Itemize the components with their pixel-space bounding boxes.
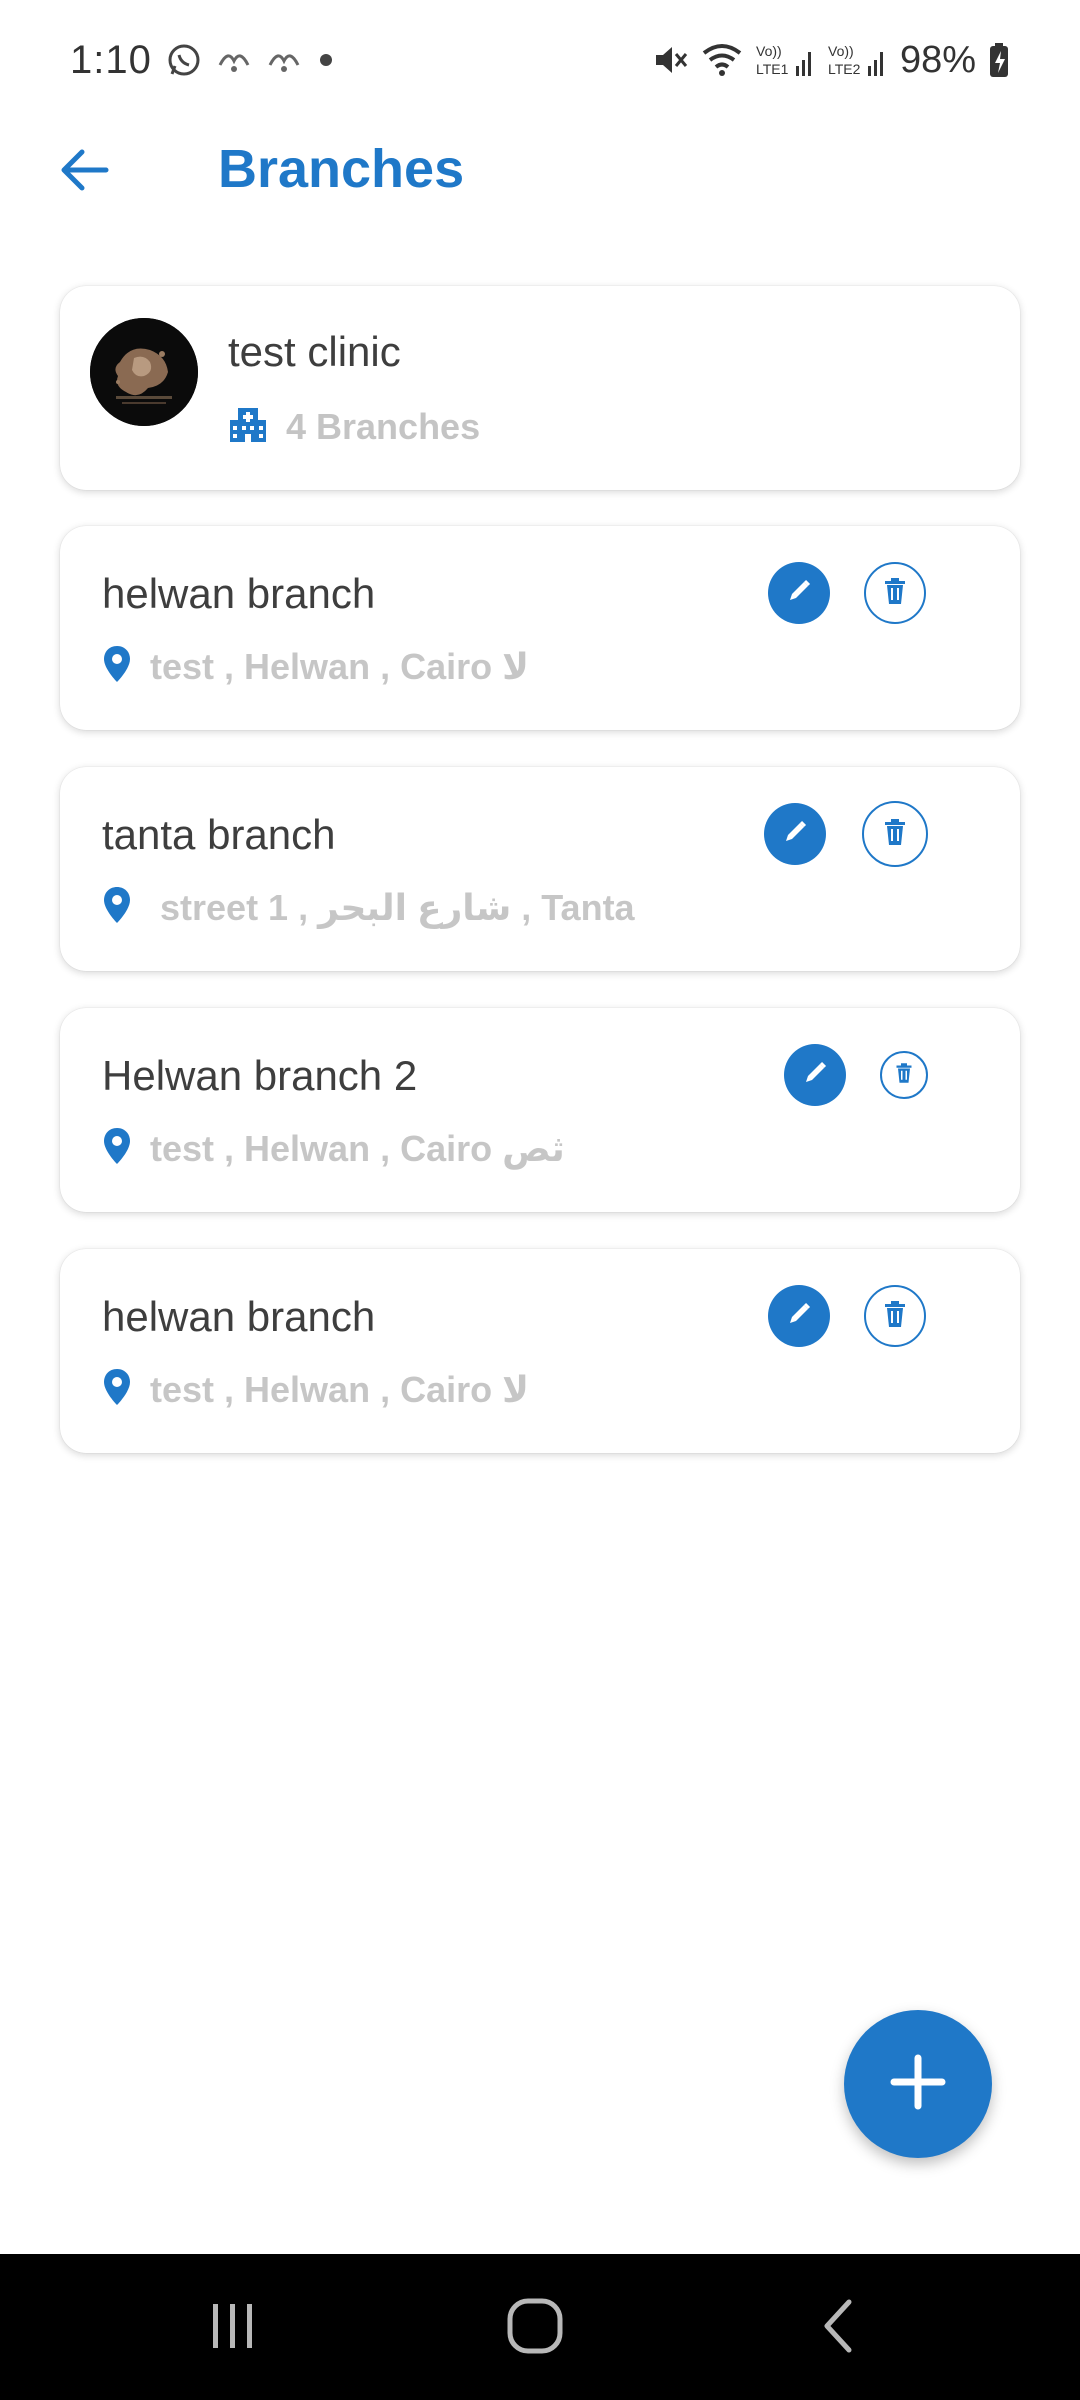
notification-icon [266, 45, 302, 75]
recent-apps-icon [205, 2298, 261, 2359]
svg-text:LTE2: LTE2 [828, 61, 861, 77]
branch-card[interactable]: Helwan branch 2 test , Helwan , Cairo ثص [60, 1008, 1020, 1212]
lte2-signal-icon: Vo)) LTE2 [828, 40, 888, 80]
branch-address-text: test , Helwan , Cairo ثص [150, 1127, 565, 1169]
delete-branch-button[interactable] [862, 801, 928, 867]
pencil-icon [786, 1301, 812, 1332]
delete-branch-button[interactable] [864, 1285, 926, 1347]
more-notifications-dot-icon [316, 50, 336, 70]
arrow-left-icon [56, 146, 112, 199]
svg-text:Vo)): Vo)) [828, 43, 854, 59]
hospital-building-icon [228, 404, 268, 449]
recent-apps-button[interactable] [188, 2290, 278, 2366]
edit-branch-button[interactable] [784, 1044, 846, 1106]
pencil-icon [786, 578, 812, 609]
clinic-avatar [90, 318, 198, 426]
home-button[interactable] [490, 2290, 580, 2366]
delete-branch-button[interactable] [864, 562, 926, 624]
branch-address-text: test , Helwan , Cairo لا [150, 1368, 529, 1410]
mute-icon [650, 41, 688, 79]
branch-address: test , Helwan , Cairo لا [102, 644, 529, 689]
clinic-name: test clinic [228, 328, 401, 375]
branch-name: helwan branch [102, 570, 376, 617]
location-pin-icon [102, 644, 132, 689]
branch-address: test , Helwan , Cairo ثص [102, 1126, 565, 1171]
pencil-icon [782, 819, 808, 850]
branch-card[interactable]: helwan branch test , Helwan , Cairo لا [60, 1249, 1020, 1453]
app-header: Branches [0, 120, 1080, 220]
edit-branch-button[interactable] [768, 562, 830, 624]
trash-icon [883, 577, 907, 610]
svg-text:Vo)): Vo)) [756, 43, 782, 59]
branch-address-text: street 1 , شارع البحر , Tanta [160, 886, 635, 928]
branch-count-label: 4 Branches [286, 405, 481, 447]
edit-branch-button[interactable] [768, 1285, 830, 1347]
battery-charging-icon [988, 41, 1010, 79]
back-button[interactable] [48, 136, 120, 208]
status-bar: 1:10 Vo)) LTE1 Vo)) LTE2 98% [0, 0, 1080, 120]
wifi-icon [700, 41, 744, 79]
home-icon [505, 2296, 565, 2361]
whatsapp-icon [166, 42, 202, 78]
location-pin-icon [102, 1367, 132, 1412]
location-pin-icon [102, 1126, 132, 1171]
system-back-button[interactable] [794, 2290, 884, 2366]
branch-address-text: test , Helwan , Cairo لا [150, 645, 529, 687]
clinic-card[interactable]: test clinic 4 Branches [60, 286, 1020, 490]
svg-text:LTE1: LTE1 [756, 61, 789, 77]
location-pin-icon [102, 885, 132, 930]
battery-percentage: 98% [899, 38, 976, 81]
branch-name: helwan branch [102, 1293, 376, 1340]
delete-branch-button[interactable] [880, 1051, 928, 1099]
status-time: 1:10 [70, 37, 152, 82]
trash-icon [895, 1062, 913, 1089]
lte1-signal-icon: Vo)) LTE1 [756, 40, 816, 80]
page-title: Branches [218, 139, 465, 199]
branch-name: Helwan branch 2 [102, 1052, 418, 1099]
branch-card[interactable]: helwan branch test , Helwan , Cairo لا [60, 526, 1020, 730]
system-nav-bar [0, 2254, 1080, 2400]
edit-branch-button[interactable] [764, 803, 826, 865]
add-branch-button[interactable] [844, 2010, 992, 2158]
branch-name: tanta branch [102, 811, 336, 858]
trash-icon [883, 1300, 907, 1333]
notification-icon [216, 45, 252, 75]
clinic-branch-count: 4 Branches [228, 404, 480, 449]
branch-card[interactable]: tanta branch street 1 , شارع البحر , Tan… [60, 767, 1020, 971]
trash-icon [883, 818, 907, 851]
chevron-left-icon [819, 2296, 859, 2361]
branch-address: street 1 , شارع البحر , Tanta [102, 885, 635, 930]
plus-icon [886, 2050, 950, 2119]
branch-address: test , Helwan , Cairo لا [102, 1367, 529, 1412]
pencil-icon [802, 1060, 828, 1091]
